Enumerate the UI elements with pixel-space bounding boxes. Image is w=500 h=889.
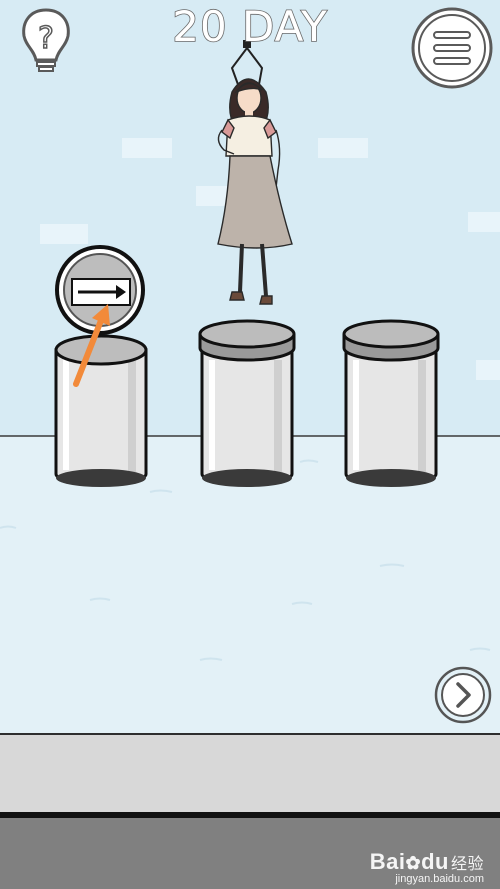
baidu-logo: Bai✿du 经验 bbox=[369, 849, 484, 874]
next-button[interactable] bbox=[434, 666, 492, 724]
game-scene bbox=[0, 0, 500, 889]
bottom-panel bbox=[0, 734, 500, 812]
hamburger-menu-icon bbox=[411, 7, 493, 89]
middle-can[interactable] bbox=[198, 319, 296, 487]
left-can-open[interactable] bbox=[54, 334, 148, 487]
right-can[interactable] bbox=[342, 319, 440, 487]
menu-button[interactable] bbox=[410, 6, 494, 90]
paw-icon: ✿ bbox=[405, 853, 422, 873]
svg-text:?: ? bbox=[38, 21, 54, 56]
baidu-watermark: Bai✿du 经验 jingyan.baidu.com bbox=[370, 849, 484, 885]
chevron-right-icon bbox=[434, 666, 492, 724]
hint-button[interactable]: ? bbox=[18, 4, 74, 76]
lightbulb-question-icon: ? bbox=[22, 8, 70, 72]
